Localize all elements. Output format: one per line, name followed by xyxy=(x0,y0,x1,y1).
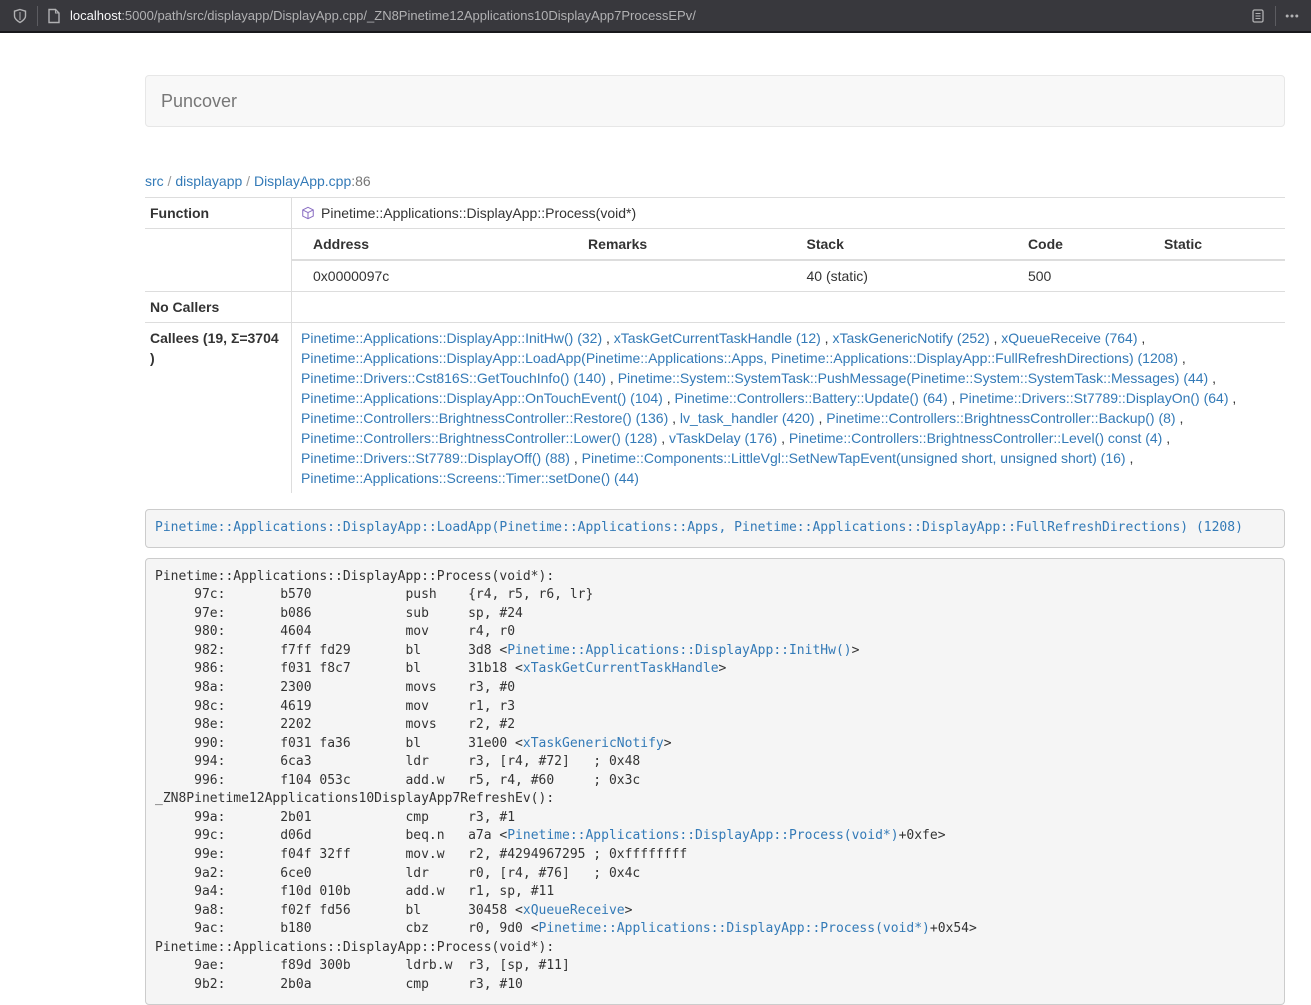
breadcrumb-separator: / xyxy=(242,173,254,189)
function-label: Function xyxy=(145,198,292,229)
column-header-code: Code xyxy=(1007,229,1143,260)
callee-link[interactable]: xTaskGenericNotify (252) xyxy=(832,330,989,346)
callee-link[interactable]: Pinetime::Controllers::BrightnessControl… xyxy=(301,410,668,426)
function-cell: Pinetime::Applications::DisplayApp::Proc… xyxy=(292,198,1286,229)
page-info-icon[interactable] xyxy=(47,8,61,24)
address-value: 0x0000097c xyxy=(292,260,567,291)
column-header-remarks: Remarks xyxy=(567,229,785,260)
breadcrumb-link[interactable]: src xyxy=(145,173,164,189)
remarks-value xyxy=(567,260,785,291)
static-value xyxy=(1143,260,1285,291)
shield-icon[interactable] xyxy=(12,8,28,24)
url-bar-divider xyxy=(1275,6,1276,26)
metrics-row: Address Remarks Stack Code Static 0x0000… xyxy=(145,229,1285,292)
callee-link[interactable]: Pinetime::Drivers::St7789::DisplayOn() (… xyxy=(959,390,1228,406)
stack-value: 40 (static) xyxy=(786,260,1007,291)
asm-symbol-link[interactable]: Pinetime::Applications::DisplayApp::Proc… xyxy=(507,828,898,843)
callee-link[interactable]: Pinetime::Drivers::Cst816S::GetTouchInfo… xyxy=(301,370,606,386)
function-name: Pinetime::Applications::DisplayApp::Proc… xyxy=(321,205,636,221)
metrics-table: Address Remarks Stack Code Static 0x0000… xyxy=(292,229,1285,291)
callee-link[interactable]: Pinetime::Controllers::BrightnessControl… xyxy=(826,410,1175,426)
breadcrumb-line-suffix: :86 xyxy=(351,173,370,189)
asm-symbol-link[interactable]: xTaskGetCurrentTaskHandle xyxy=(523,661,719,676)
callee-link[interactable]: lv_task_handler (420) xyxy=(680,410,815,426)
callees-row: Callees (19, Σ=3704 ) Pinetime::Applicat… xyxy=(145,323,1285,494)
callee-link[interactable]: xQueueReceive (764) xyxy=(1001,330,1137,346)
symbol-table: Function Pinetime::Applications::Display… xyxy=(145,197,1285,493)
asm-symbol-link[interactable]: Pinetime::Applications::DisplayApp::Init… xyxy=(507,643,851,658)
callee-link[interactable]: Pinetime::Applications::DisplayApp::Init… xyxy=(301,330,602,346)
asm-symbol-link[interactable]: xTaskGenericNotify xyxy=(523,736,664,751)
function-row: Function Pinetime::Applications::Display… xyxy=(145,198,1285,229)
callee-link[interactable]: Pinetime::System::SystemTask::PushMessag… xyxy=(618,370,1209,386)
callee-link[interactable]: Pinetime::Drivers::St7789::DisplayOff() … xyxy=(301,450,570,466)
breadcrumb-separator: / xyxy=(164,173,176,189)
page-container: Puncover src / displayapp / DisplayApp.c… xyxy=(145,75,1285,1005)
callers-row: No Callers xyxy=(145,292,1285,323)
callees-label: Callees (19, Σ=3704 ) xyxy=(145,323,292,494)
callee-link[interactable]: vTaskDelay (176) xyxy=(669,430,777,446)
metrics-cell: Address Remarks Stack Code Static 0x0000… xyxy=(292,229,1286,292)
no-callers-label: No Callers xyxy=(145,292,292,323)
callers-cell xyxy=(292,292,1286,323)
callee-link[interactable]: Pinetime::Applications::DisplayApp::OnTo… xyxy=(301,390,663,406)
snippet-link[interactable]: Pinetime::Applications::DisplayApp::Load… xyxy=(155,520,1243,535)
code-value: 500 xyxy=(1007,260,1143,291)
reader-mode-icon[interactable] xyxy=(1250,8,1266,24)
navbar: Puncover xyxy=(145,75,1285,127)
cube-icon xyxy=(301,206,315,220)
asm-symbol-link[interactable]: xQueueReceive xyxy=(523,903,625,918)
breadcrumb-link[interactable]: displayapp xyxy=(175,173,242,189)
callees-cell: Pinetime::Applications::DisplayApp::Init… xyxy=(292,323,1286,494)
column-header-stack: Stack xyxy=(786,229,1007,260)
column-header-static: Static xyxy=(1143,229,1285,260)
breadcrumb: src / displayapp / DisplayApp.cpp:86 xyxy=(145,173,1285,189)
url-host: localhost xyxy=(70,8,121,23)
brand-link[interactable]: Puncover xyxy=(146,91,252,112)
callee-link[interactable]: xTaskGetCurrentTaskHandle (12) xyxy=(614,330,821,346)
page-actions-menu-icon[interactable] xyxy=(1285,9,1299,23)
metrics-values-row: 0x0000097c 40 (static) 500 xyxy=(292,260,1285,291)
breadcrumb-link[interactable]: DisplayApp.cpp xyxy=(254,173,351,189)
callee-link[interactable]: Pinetime::Applications::Screens::Timer::… xyxy=(301,470,639,486)
url-input[interactable]: localhost:5000/path/src/displayapp/Displ… xyxy=(70,8,1250,23)
url-bar-divider xyxy=(37,6,38,26)
column-header-address: Address xyxy=(292,229,567,260)
assembly-listing: Pinetime::Applications::DisplayApp::Proc… xyxy=(145,558,1285,1005)
highlighted-call-block: Pinetime::Applications::DisplayApp::Load… xyxy=(145,509,1285,548)
callee-link[interactable]: Pinetime::Controllers::BrightnessControl… xyxy=(301,430,657,446)
asm-symbol-link[interactable]: Pinetime::Applications::DisplayApp::Proc… xyxy=(539,921,930,936)
callee-link[interactable]: Pinetime::Controllers::BrightnessControl… xyxy=(789,430,1162,446)
metrics-row-label xyxy=(145,229,292,292)
callee-link[interactable]: Pinetime::Controllers::Battery::Update()… xyxy=(675,390,948,406)
url-path: :5000/path/src/displayapp/DisplayApp.cpp… xyxy=(121,8,696,23)
browser-url-bar[interactable]: localhost:5000/path/src/displayapp/Displ… xyxy=(0,0,1311,33)
callee-link[interactable]: Pinetime::Applications::DisplayApp::Load… xyxy=(301,350,1178,366)
callee-link[interactable]: Pinetime::Components::LittleVgl::SetNewT… xyxy=(582,450,1126,466)
